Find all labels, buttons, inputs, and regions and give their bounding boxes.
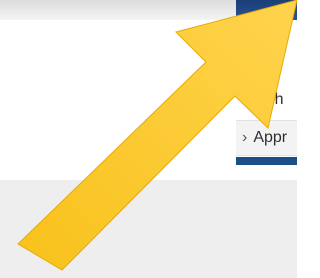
arrow-icon [17,0,297,271]
